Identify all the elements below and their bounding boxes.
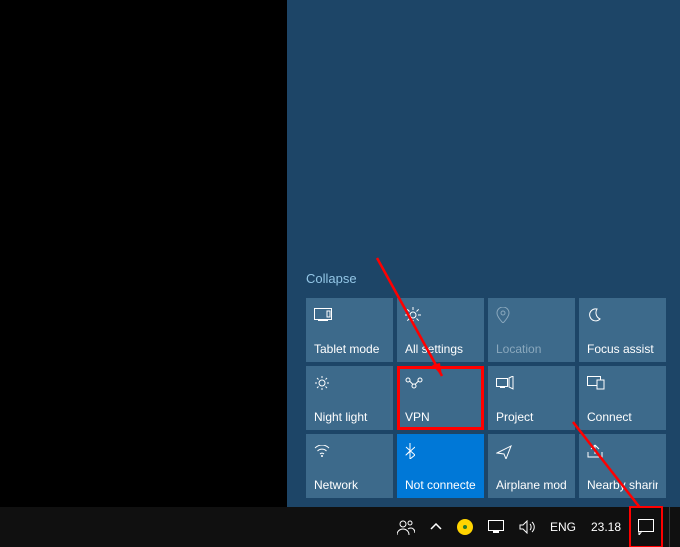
action-center-panel: Collapse Tablet mode All settings Locati… (287, 0, 680, 507)
tile-label: Nearby sharing (587, 478, 658, 492)
tile-project[interactable]: Project (488, 366, 575, 430)
tile-label: VPN (405, 410, 476, 424)
show-desktop-button[interactable] (669, 507, 675, 547)
tile-tablet-mode[interactable]: Tablet mode (306, 298, 393, 362)
notifications-icon[interactable] (630, 507, 662, 547)
tile-bluetooth[interactable]: Not connected (397, 434, 484, 498)
clock[interactable]: 23.18 (585, 507, 627, 547)
tile-label: Project (496, 410, 567, 424)
tile-location[interactable]: Location (488, 298, 575, 362)
tile-label: Location (496, 342, 567, 356)
tile-label: Network (314, 478, 385, 492)
airplane-icon (496, 442, 567, 460)
tile-label: Connect (587, 410, 658, 424)
vpn-icon (405, 374, 476, 392)
taskbar: ENG 23.18 (0, 507, 680, 547)
tile-label: Tablet mode (314, 342, 385, 356)
location-icon (496, 306, 567, 324)
bluetooth-icon (405, 442, 476, 460)
tray-monitor-icon[interactable] (482, 507, 510, 547)
tray-app-icon[interactable] (451, 507, 479, 547)
desktop-area (0, 0, 287, 507)
project-icon (496, 374, 567, 392)
tile-label: All settings (405, 342, 476, 356)
people-icon[interactable] (391, 507, 421, 547)
tile-connect[interactable]: Connect (579, 366, 666, 430)
tile-focus-assist[interactable]: Focus assist (579, 298, 666, 362)
language-indicator[interactable]: ENG (544, 507, 582, 547)
tile-label: Night light (314, 410, 385, 424)
volume-icon[interactable] (513, 507, 541, 547)
gear-icon (405, 306, 476, 324)
screen: Collapse Tablet mode All settings Locati… (0, 0, 680, 547)
tile-network[interactable]: Network (306, 434, 393, 498)
tile-airplane-mode[interactable]: Airplane mode (488, 434, 575, 498)
moon-icon (587, 306, 658, 324)
tablet-icon (314, 306, 385, 324)
tile-label: Airplane mode (496, 478, 567, 492)
wifi-icon (314, 442, 385, 460)
collapse-link[interactable]: Collapse (306, 271, 357, 286)
share-icon (587, 442, 658, 460)
tile-label: Not connected (405, 478, 476, 492)
tray-chevron-icon[interactable] (424, 507, 448, 547)
tile-night-light[interactable]: Night light (306, 366, 393, 430)
tile-vpn[interactable]: VPN (397, 366, 484, 430)
sun-icon (314, 374, 385, 392)
quick-action-tiles: Tablet mode All settings Location Focus … (306, 298, 666, 498)
connect-icon (587, 374, 658, 392)
tile-nearby-sharing[interactable]: Nearby sharing (579, 434, 666, 498)
tile-all-settings[interactable]: All settings (397, 298, 484, 362)
tile-label: Focus assist (587, 342, 658, 356)
